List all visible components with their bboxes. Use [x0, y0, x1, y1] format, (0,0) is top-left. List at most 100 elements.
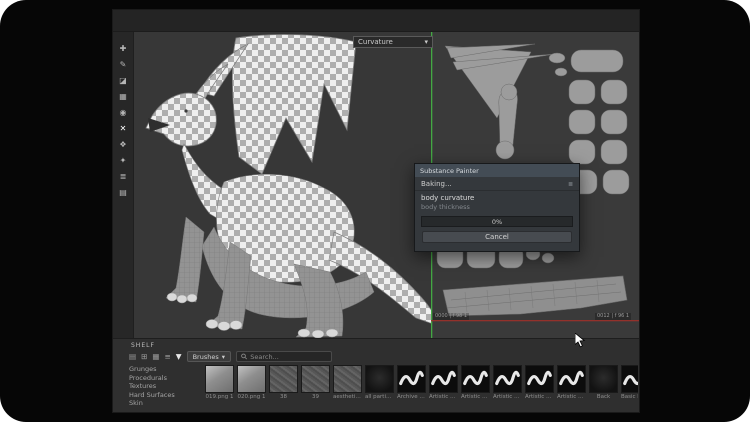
bake-progress-text: 0% [492, 218, 502, 226]
brush-stroke-art [526, 366, 553, 392]
shelf-panel: SHELF ▤ ⊞ ▦ ≡ ▼ Brushes [113, 338, 639, 413]
shelf-category[interactable]: Textures [129, 382, 201, 391]
resource-thumbnail [589, 365, 618, 393]
brush-stroke-art [622, 366, 638, 392]
resource-thumbnail [365, 365, 394, 393]
resource-label: Artistic Prim [525, 394, 554, 400]
filter-chip-label: Brushes [193, 353, 219, 361]
resource-label: Basic Hard... [621, 394, 638, 400]
resource-label: Artistic Soft... [493, 394, 522, 400]
resource-label: 019.png 1 [205, 394, 234, 400]
viewport-stat-right: 0012 | f 96 1 [595, 313, 631, 320]
baking-status-text: Baking... [421, 180, 452, 188]
shelf-category[interactable]: Hard Surfaces [129, 391, 201, 400]
resource-thumbnail [237, 365, 266, 393]
brush-stroke-art [430, 366, 457, 392]
polygon-fill-tool-icon[interactable]: ◉ [120, 108, 127, 117]
shelf-resource-tile[interactable]: Basic Hard... [621, 365, 638, 413]
material-picker-tool-icon[interactable]: ✕ [120, 124, 127, 133]
shelf-search[interactable] [236, 351, 332, 362]
resource-thumbnail [397, 365, 426, 393]
chevron-down-icon: ▾ [222, 353, 225, 361]
resource-thumbnail [461, 365, 490, 393]
shelf-thumbnail-strip: 019.png 1 020.png 1 [205, 365, 638, 413]
shelf-resource-tile[interactable]: Artistic Hea... [461, 365, 490, 413]
grid-view-icon[interactable]: ▦ [152, 352, 159, 361]
resource-label: Back [589, 394, 618, 400]
resource-thumbnail [621, 365, 638, 393]
viewport-3d[interactable] [134, 32, 431, 338]
search-icon [241, 353, 247, 360]
clone-tool-icon[interactable]: ✦ [120, 156, 127, 165]
resource-label: Artistic Blu... [429, 394, 458, 400]
resource-label: 020.png 1 [237, 394, 266, 400]
uv-axis-u [431, 320, 640, 321]
eraser-tool-icon[interactable]: ◪ [119, 76, 127, 85]
paint-brush-tool-icon[interactable]: ✚ [120, 44, 127, 53]
effects-tool-icon[interactable]: ≣ [120, 172, 127, 181]
shelf-category-list: Grunges Procedurals Textures Hard Surfac… [129, 365, 201, 408]
layers-tool-icon[interactable]: ▤ [119, 188, 127, 197]
pencil-tool-icon[interactable]: ✎ [120, 60, 127, 69]
shelf-category[interactable]: Grunges [129, 365, 201, 374]
shelf-resource-tile[interactable]: 39 [301, 365, 330, 413]
bake-progress-bar: 0% [421, 216, 573, 227]
shelf-resource-tile[interactable]: 019.png 1 [205, 365, 234, 413]
search-input[interactable] [250, 353, 327, 361]
projection-tool-icon[interactable]: ▦ [119, 92, 127, 101]
shelf-resource-tile[interactable]: 020.png 1 [237, 365, 266, 413]
resource-thumbnail [557, 365, 586, 393]
resource-label: all particles [365, 394, 394, 400]
dragon-foreleg [166, 217, 204, 302]
cancel-button[interactable]: Cancel [422, 231, 572, 243]
next-bake-task: body thickness [415, 202, 579, 211]
baking-dialog: Substance Painter Baking... ≣ body curva… [414, 163, 580, 252]
resource-label: aesthetical... [333, 394, 362, 400]
list-view-icon[interactable]: ≡ [164, 352, 170, 361]
brush-stroke-art [398, 366, 425, 392]
dragon-model-render [134, 32, 431, 338]
resource-thumbnail [429, 365, 458, 393]
log-toggle-icon[interactable]: ≣ [568, 181, 573, 188]
title-bar [113, 10, 639, 32]
channel-dropdown-value: Curvature [358, 38, 393, 46]
folder-icon[interactable]: ▤ [129, 352, 136, 361]
brush-stroke-art [558, 366, 585, 392]
shelf-resource-tile[interactable]: Archive Inte... [397, 365, 426, 413]
shelf-resource-tile[interactable]: Artistic Blu... [429, 365, 458, 413]
shelf-toolbar: ▤ ⊞ ▦ ≡ ▼ Brushes ▾ [129, 350, 332, 363]
substance-painter-window: ✚ ✎ ◪ ▦ ◉ ✕ ❖ ✦ ≣ ▤ [112, 9, 640, 413]
shelf-icon-group: ▤ ⊞ ▦ ≡ ▼ [129, 352, 182, 361]
shelf-resource-tile[interactable]: 38 [269, 365, 298, 413]
shelf-category[interactable]: Skin [129, 399, 201, 408]
shelf-resource-tile[interactable]: Artistic Prim [525, 365, 554, 413]
current-bake-task: body curvature [415, 191, 579, 202]
chevron-down-icon: ▾ [424, 38, 428, 46]
dialog-title: Substance Painter [415, 164, 579, 177]
resource-thumbnail [205, 365, 234, 393]
resource-label: 39 [301, 394, 330, 400]
shelf-resource-tile[interactable]: Back [589, 365, 618, 413]
shelf-category[interactable]: Procedurals [129, 374, 201, 383]
filter-icon[interactable]: ▼ [176, 352, 182, 361]
dragon-wing [232, 35, 356, 174]
resource-thumbnail [333, 365, 362, 393]
resource-thumbnail [525, 365, 554, 393]
resource-label: 38 [269, 394, 298, 400]
add-resource-icon[interactable]: ⊞ [141, 352, 147, 361]
brush-stroke-art [494, 366, 521, 392]
channel-dropdown[interactable]: Curvature ▾ [353, 36, 433, 48]
shelf-header: SHELF [131, 342, 155, 349]
brush-stroke-art [462, 366, 489, 392]
shelf-resource-tile[interactable]: all particles [365, 365, 394, 413]
left-tool-bar: ✚ ✎ ◪ ▦ ◉ ✕ ❖ ✦ ≣ ▤ [113, 32, 134, 338]
resource-label: Artistic Hea... [461, 394, 490, 400]
shelf-resource-tile[interactable]: Artistic Soft... [493, 365, 522, 413]
smudge-tool-icon[interactable]: ❖ [119, 140, 126, 149]
resource-label: Artistic Soft... [557, 394, 586, 400]
shelf-resource-tile[interactable]: aesthetical... [333, 365, 362, 413]
shelf-resource-tile[interactable]: Artistic Soft... [557, 365, 586, 413]
resource-thumbnail [301, 365, 330, 393]
brushes-filter-chip[interactable]: Brushes ▾ [187, 351, 231, 362]
resource-label: Archive Inte... [397, 394, 426, 400]
